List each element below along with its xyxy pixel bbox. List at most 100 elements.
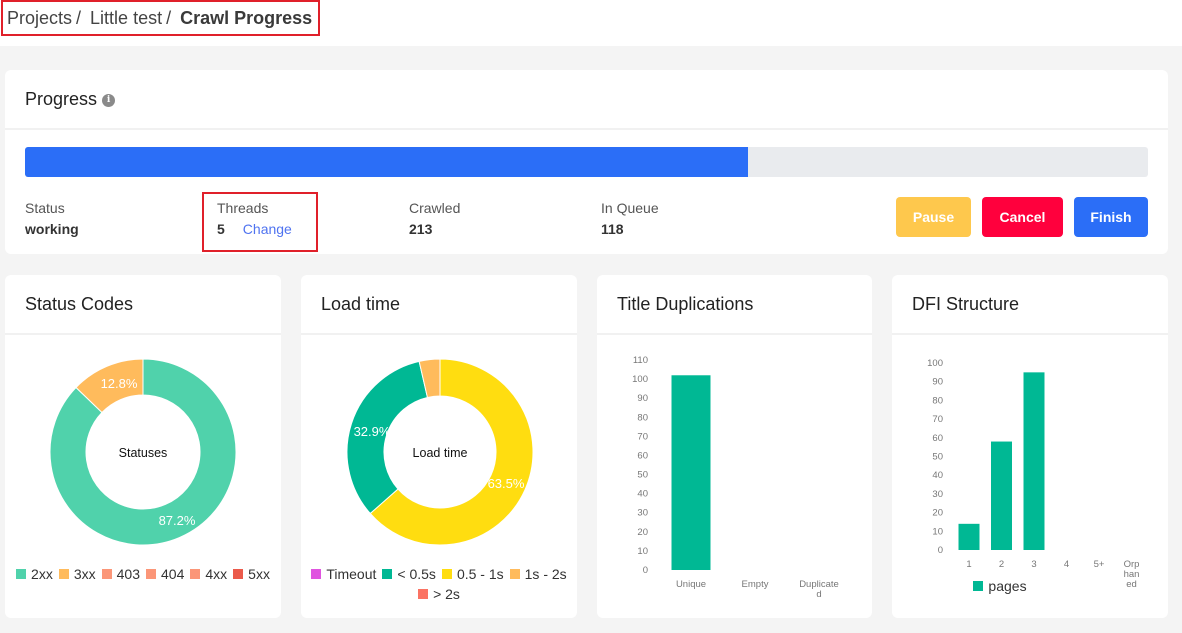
legend-item-3xx[interactable]: 3xx [58,564,96,584]
breadcrumb-separator: / [76,7,82,28]
progress-title: Progress [25,88,98,109]
legend-label: > 2s [433,586,460,602]
cancel-button[interactable]: Cancel [982,197,1063,237]
x-tick-label: 2 [999,559,1004,570]
load-time-title: Load time [321,293,401,314]
legend-item-404[interactable]: 404 [146,564,184,584]
legend-label: pages [988,578,1027,594]
slice-label: 87.2% [159,513,196,528]
y-tick-label: 110 [633,355,648,366]
legend-item-timeout[interactable]: Timeout [311,564,376,584]
legend-item-2xx[interactable]: 2xx [16,564,53,584]
status-value: working [25,221,79,237]
dfi-structure-chart: 01020304050607080901001 2 3 4 5+ Orphaned [927,358,1139,590]
bar-3[interactable] [1023,372,1045,550]
status-codes-header: Status Codes [5,275,281,335]
legend-item-0-5s[interactable]: < 0.5s [382,564,436,584]
legend-item-1s-2s[interactable]: 1s - 2s [509,564,567,584]
legend-swatch [190,569,201,579]
legend-item-2s[interactable]: > 2s [418,584,460,604]
legend-swatch [509,569,520,579]
legend-label: Timeout [326,566,377,582]
pause-button[interactable]: Pause [896,197,971,237]
info-icon[interactable]: i [102,93,116,107]
title-duplications-card: Title Duplications 0 10 20 30 40 50 60 70 80 90 10… [597,275,872,618]
threads-stat: Threads 5 Change [217,200,292,237]
dfi-structure-card: DFI Structure 0 10 20 30 40 50 60 70 80 90 100 1 2 3 4… [892,275,1168,618]
legend-label: 1s - 2s [524,566,567,582]
threads-value: 5 [217,221,225,237]
slice-label: 63.5% [488,476,525,491]
legend-swatch [441,569,452,579]
y-tick-label: 50 [637,470,648,481]
slice-label: 32.9% [354,424,391,439]
y-tick-label: 60 [637,450,648,461]
x-tick-label: d [816,589,821,600]
progress-bar-fill [25,147,749,177]
crawled-label: Crawled [409,200,461,216]
breadcrumb-current: Crawl Progress [180,7,313,28]
bar-2[interactable] [991,441,1012,550]
legend-item-0-5-1s[interactable]: 0.5 - 1s [441,564,504,584]
threads-label: Threads [217,200,269,216]
status-codes-title: Status Codes [25,293,134,314]
x-tick-label: 1 [966,559,971,570]
title-duplications-title: Title Duplications [617,293,754,314]
x-tick-label: 5+ [1094,559,1105,570]
y-tick-label: 90 [932,377,943,388]
load-time-card: Load time 63.5% 32.9% Load time Timeout < 0… [301,275,577,618]
y-tick-label: 20 [637,527,648,538]
progress-header: Progress i [5,70,1168,130]
status-codes-card: Status Codes 87.2% 12.8% Statuses 2xx 3xx 40… [5,275,281,618]
legend-swatch [973,581,984,591]
y-tick-label: 100 [927,358,943,369]
change-threads-link[interactable]: Change [243,221,292,237]
title-duplications-header: Title Duplications [597,275,872,335]
progress-bar [25,147,1148,177]
y-tick-label: 30 [932,489,943,500]
y-tick-label: 40 [637,489,648,500]
finish-button[interactable]: Finish [1074,197,1148,237]
y-tick-label: 20 [932,508,943,519]
legend-swatch [382,569,393,579]
load-time-donut: 63.5% 32.9% Load time [346,358,534,546]
progress-card: Progress i Status working Threads 5 Chang… [5,70,1168,254]
legend-swatch [58,569,69,579]
legend-item-pages[interactable]: pages [973,576,1027,596]
legend-swatch [16,569,27,579]
x-tick-label: 3 [1031,559,1036,570]
status-codes-legend: 2xx 3xx 403 404 4xx 5xx [5,564,281,584]
x-tick-label: Unique [676,579,706,590]
load-time-legend: Timeout < 0.5s 0.5 - 1s 1s - 2s > 2s [301,564,577,604]
x-tick-label: Empty [742,579,769,590]
legend-label: 0.5 - 1s [456,566,504,582]
crawled-value: 213 [409,221,433,237]
donut-center-label: Load time [413,446,468,460]
legend-label: 404 [161,566,185,582]
legend-label: 4xx [205,566,228,582]
bar-unique[interactable] [671,375,711,570]
legend-label: 3xx [73,566,96,582]
crawled-stat: Crawled 213 [409,200,460,237]
y-tick-label: 10 [637,546,648,557]
legend-label: < 0.5s [397,566,436,582]
bar-1[interactable] [958,523,980,550]
legend-item-4xx[interactable]: 4xx [190,564,227,584]
breadcrumb-project[interactable]: Little test [90,8,162,29]
y-tick-label: 70 [932,414,943,425]
legend-swatch [311,569,322,579]
status-stat: Status working [25,200,79,237]
breadcrumb-projects[interactable]: Projects [7,8,72,29]
legend-item-403[interactable]: 403 [101,564,140,584]
breadcrumb: Projects / Little test / Crawl Progress [1,0,321,36]
legend-item-5xx[interactable]: 5xx [233,564,270,584]
donut-center-label: Statuses [119,446,168,460]
legend-swatch [418,589,429,599]
queue-value: 118 [601,221,624,237]
y-tick-label: 70 [637,431,648,442]
y-tick-label: 60 [932,433,943,444]
top-bar: Projects / Little test / Crawl Progress [0,0,1182,46]
y-tick-label: 10 [932,526,943,537]
x-tick-label: 4 [1064,559,1069,570]
title-duplications-chart: 0102030405060708090100110Unique Empty Dupl… [632,355,839,600]
